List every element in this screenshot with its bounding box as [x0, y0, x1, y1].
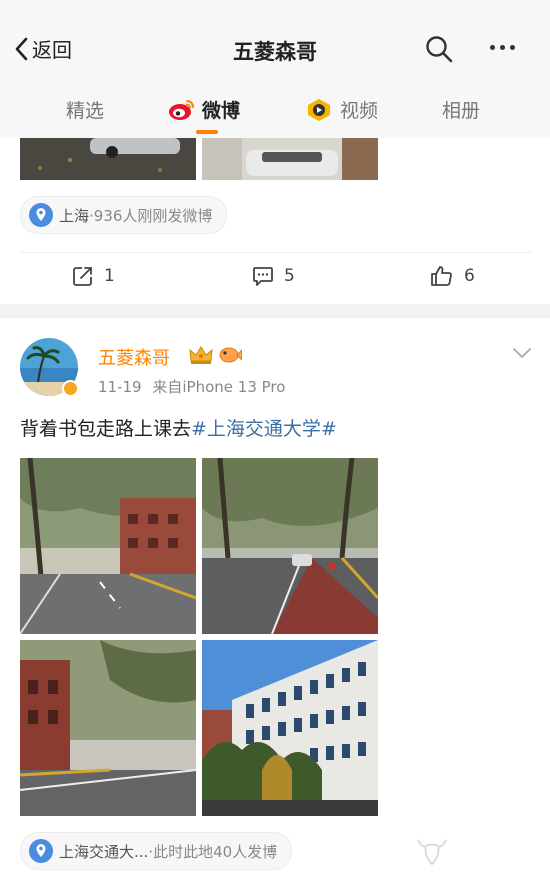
page-title: 五菱森哥	[233, 40, 317, 64]
tab-label: 视频	[340, 100, 379, 122]
post-image[interactable]	[20, 640, 196, 816]
user-badges	[188, 344, 242, 366]
location-pin-icon	[29, 839, 53, 863]
post-menu-button[interactable]	[512, 344, 532, 363]
like-count: 6	[464, 266, 475, 286]
post-body: 背着书包走路上课去	[20, 418, 192, 440]
location-tag[interactable]: 上海 ·936人刚刚发微博	[20, 196, 228, 234]
tab-label: 相册	[442, 100, 481, 122]
post-source: 来自iPhone 13 Pro	[152, 378, 286, 396]
image-parked-car	[202, 138, 378, 180]
like-button[interactable]: 6	[430, 264, 475, 288]
tab-label: 精选	[66, 100, 105, 122]
location-activity: ·936人刚刚发微博	[89, 206, 213, 225]
more-button[interactable]	[490, 45, 515, 50]
post-image[interactable]	[202, 138, 378, 180]
comment-button[interactable]: 5	[252, 265, 295, 287]
image-campus-street	[20, 640, 196, 816]
location-place: 上海	[59, 206, 90, 225]
post-time: 11-19	[98, 378, 142, 396]
location-activity: ·此时此地40人发博	[148, 842, 278, 861]
post-text: 背着书包走路上课去#上海交通大学#	[20, 414, 337, 441]
video-icon	[308, 98, 330, 121]
image-modern-building	[202, 640, 378, 816]
tab-weibo[interactable]: 微博	[168, 96, 240, 123]
watermark-logo	[412, 834, 452, 874]
author-name[interactable]: 五菱森哥	[98, 344, 170, 370]
repost-button[interactable]: 1	[72, 265, 115, 287]
tab-featured[interactable]: 精选	[66, 96, 104, 123]
profile-tabs: 精选 微博 视频 相册	[0, 82, 550, 138]
search-icon	[426, 36, 453, 63]
divider	[20, 252, 532, 253]
more-dot	[510, 45, 515, 50]
post-image[interactable]	[20, 138, 196, 180]
fish-badge-icon	[219, 347, 242, 363]
top-nav-bar: 返回 五菱森哥	[0, 0, 550, 82]
post-image[interactable]	[202, 640, 378, 816]
chevron-down-icon	[513, 348, 531, 359]
tab-video[interactable]: 视频	[306, 96, 378, 123]
tab-album[interactable]: 相册	[442, 96, 480, 123]
repost-icon	[73, 267, 92, 286]
crown-badge-icon	[189, 346, 213, 364]
location-pin-icon	[29, 203, 53, 227]
location-tag[interactable]: 上海交通大... ·此时此地40人发博	[20, 832, 293, 870]
location-place: 上海交通大...	[59, 842, 149, 861]
more-dot	[500, 45, 505, 50]
repost-count: 1	[104, 266, 115, 286]
feed-gap	[0, 304, 550, 318]
like-icon	[431, 266, 452, 286]
weibo-icon	[169, 99, 194, 120]
tab-label: 微博	[202, 100, 241, 122]
comment-icon	[253, 267, 273, 286]
post-card: 五菱森哥 11-19 来自iPhone 13 Pro 背着书包走路上课去#上海交…	[0, 318, 550, 878]
bull-logo-icon	[417, 839, 447, 866]
topic-link[interactable]: #上海交通大学#	[191, 418, 337, 440]
more-icon	[490, 45, 495, 50]
comment-count: 5	[284, 266, 295, 286]
image-road-cyclist	[202, 458, 378, 634]
active-tab-indicator	[196, 130, 218, 134]
post-image[interactable]	[202, 458, 378, 634]
image-street-leaves	[20, 138, 196, 180]
post-image[interactable]	[20, 458, 196, 634]
search-button[interactable]	[424, 34, 454, 68]
post-meta: 11-19 来自iPhone 13 Pro	[98, 376, 285, 397]
image-tree-lined-road	[20, 458, 196, 634]
verified-icon	[62, 380, 79, 397]
post-card: 上海 ·936人刚刚发微博 1 5 6	[0, 138, 550, 304]
